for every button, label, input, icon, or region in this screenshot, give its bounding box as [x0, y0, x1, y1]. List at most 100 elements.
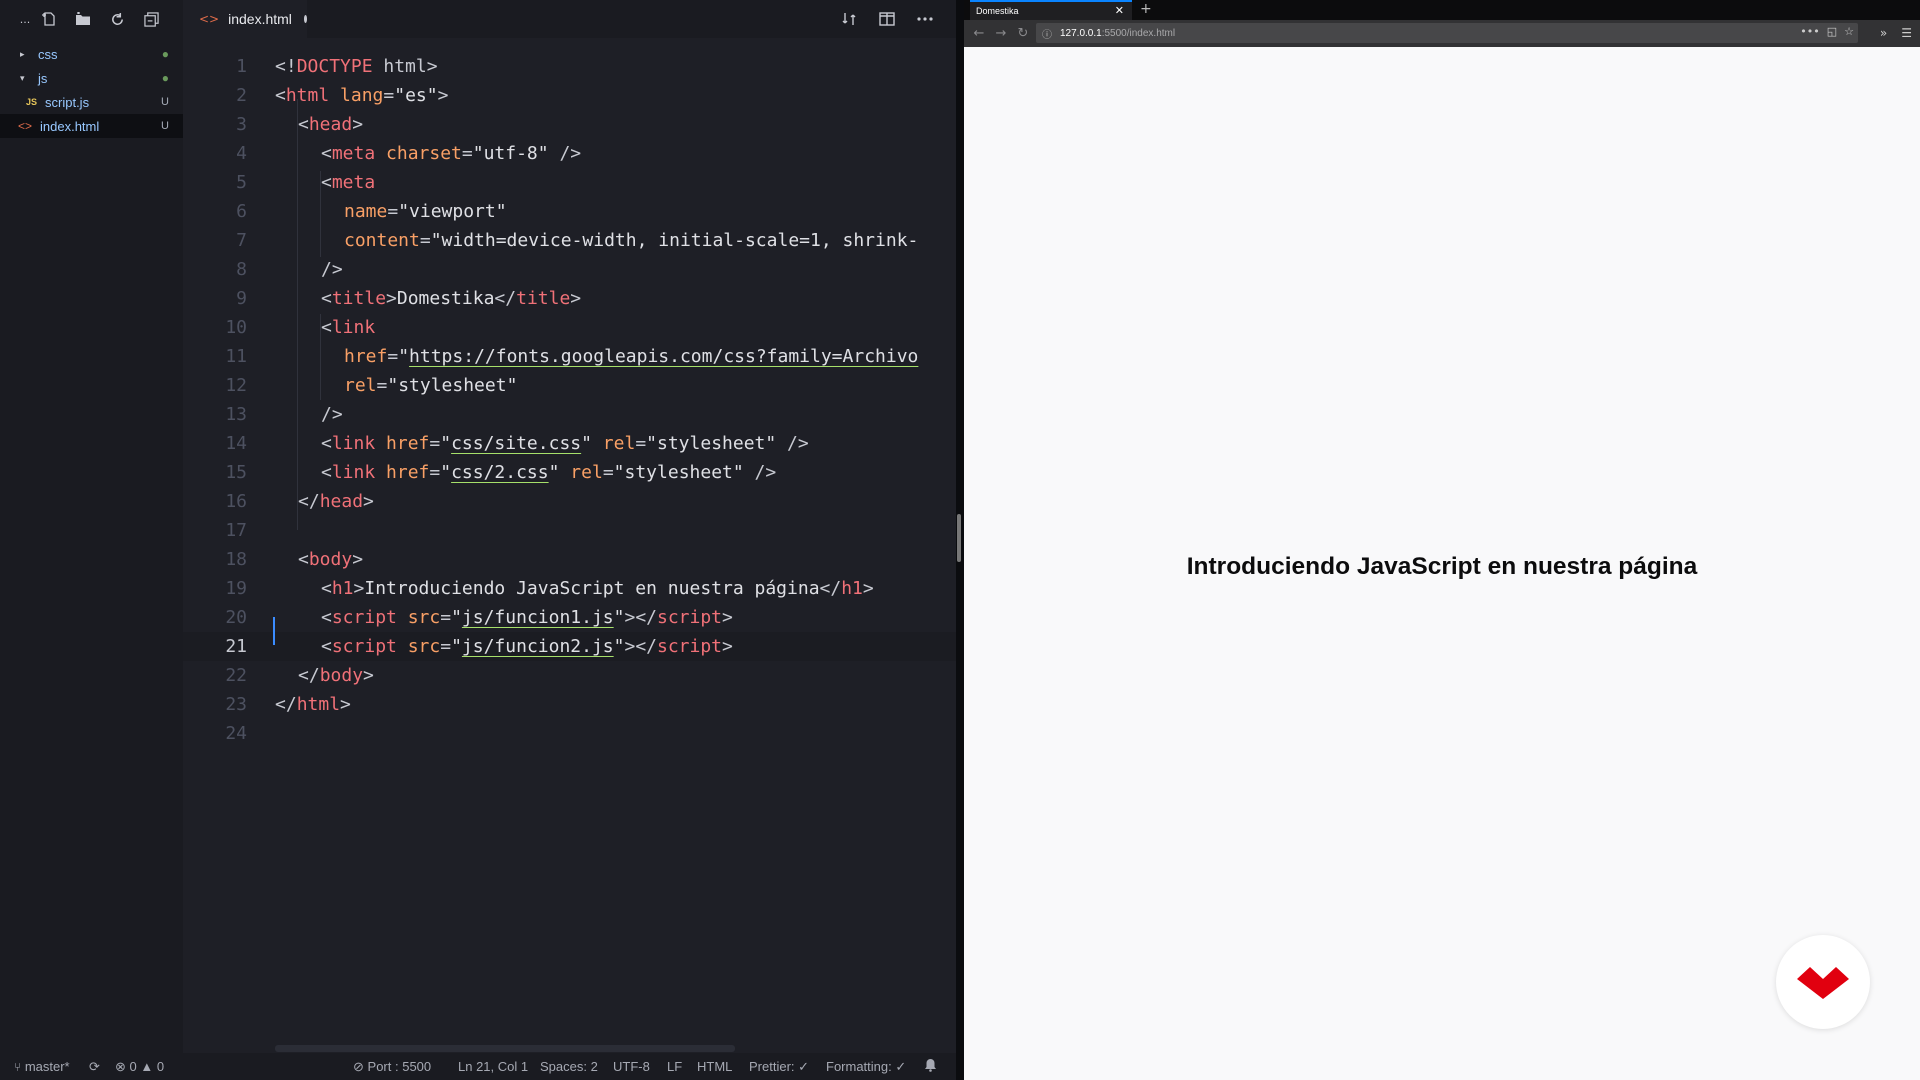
close-icon[interactable]: ✕	[1115, 4, 1124, 17]
token: <	[321, 288, 332, 309]
line-number: 8	[236, 259, 247, 280]
file-link[interactable]: js/funcion1.js	[462, 607, 614, 628]
token: Domestika	[396, 288, 495, 309]
browser-window: Domestika ✕ + ← → ↻ ⓘ 127.0.0.1 :5500/in…	[964, 0, 1920, 1080]
back-icon[interactable]: ←	[968, 26, 990, 41]
bell-icon[interactable]	[924, 1058, 937, 1075]
file-link[interactable]: css/site.css	[451, 433, 581, 454]
token: link	[331, 317, 376, 338]
token: "	[451, 607, 462, 628]
line-number: 1	[236, 56, 247, 77]
token: link	[331, 433, 376, 454]
token: <	[321, 578, 332, 599]
collapse-all-icon[interactable]	[134, 4, 168, 34]
compare-changes-icon[interactable]	[832, 4, 866, 34]
token: >	[353, 578, 365, 599]
hamburger-menu-icon[interactable]: ☰	[1901, 26, 1912, 40]
html-file-icon: <>	[199, 12, 220, 26]
site-info-icon[interactable]: ⓘ	[1042, 26, 1052, 41]
live-server-port[interactable]: ⊘ Port : 5500	[353, 1059, 431, 1075]
forward-icon[interactable]: →	[990, 26, 1012, 41]
split-editor-icon[interactable]	[870, 4, 904, 34]
refresh-icon-svg	[111, 12, 123, 25]
end-of-line[interactable]: LF	[667, 1059, 682, 1074]
code-line: 15 <link href="css/2.css" rel="stylesheet…	[183, 458, 956, 487]
language-mode[interactable]: HTML	[697, 1059, 732, 1074]
token: script	[657, 607, 723, 628]
code-text: </body>	[298, 661, 374, 690]
code-text: <title>Domestika</title>	[321, 284, 581, 313]
token: name	[344, 201, 388, 222]
line-number: 23	[225, 694, 247, 715]
tree-file-index-html[interactable]: <> index.html U	[0, 114, 183, 138]
sync-icon[interactable]: ⟳	[89, 1059, 100, 1075]
new-folder-icon[interactable]	[66, 4, 100, 34]
url-bar[interactable]: ⓘ 127.0.0.1 :5500/index.html ••• ◱ ☆	[1036, 23, 1858, 43]
cursor-position[interactable]: Ln 21, Col 1	[458, 1059, 528, 1074]
tree-item-label: css	[38, 46, 58, 62]
warning-count: 0	[156, 1058, 165, 1074]
window-divider[interactable]	[956, 0, 964, 1080]
token: <	[298, 114, 309, 135]
token: rel	[344, 375, 377, 396]
resize-handle[interactable]	[957, 514, 961, 562]
tree-file-script-js[interactable]: JS script.js U	[0, 90, 183, 114]
browser-tab-title: Domestika	[976, 6, 1019, 16]
line-number: 10	[225, 317, 247, 338]
git-status-dot: ●	[161, 47, 169, 61]
reload-icon[interactable]: ↻	[1012, 26, 1034, 41]
url-link[interactable]: https://fonts.googleapis.com/css?family=…	[409, 346, 918, 367]
code-text: rel="stylesheet"	[344, 371, 517, 400]
code-line: 9 <title>Domestika</title>	[183, 284, 956, 313]
line-number: 13	[225, 404, 247, 425]
branch-item[interactable]: ⑂ master*	[14, 1059, 70, 1074]
token: <	[298, 549, 309, 570]
token: />	[321, 404, 343, 425]
page-actions-icon[interactable]: •••	[1800, 25, 1819, 38]
browser-tab[interactable]: Domestika ✕	[970, 0, 1132, 20]
tree-folder-css[interactable]: ▸ css ●	[0, 42, 183, 66]
tree-folder-js[interactable]: ▾ js ●	[0, 66, 183, 90]
tab-index-html[interactable]: <> index.html	[183, 0, 307, 38]
token: =	[602, 462, 614, 483]
problems-item[interactable]: ⊗ 0 ▲ 0	[115, 1059, 164, 1075]
token: >	[862, 578, 874, 599]
token: "viewport"	[398, 201, 507, 222]
pocket-icon[interactable]: ◱	[1827, 25, 1837, 38]
html-file-icon: <>	[18, 119, 33, 133]
code-area[interactable]: 1 <!DOCTYPE html> 2 <html lang="es"> 3 <hea…	[183, 38, 1133, 1053]
token: body	[319, 665, 364, 686]
overflow-chevron-icon[interactable]: »	[1880, 26, 1887, 40]
code-line: 16 </head>	[183, 487, 956, 516]
file-link[interactable]: css/2.css	[451, 462, 549, 483]
domestika-logo-badge[interactable]	[1776, 935, 1870, 1029]
formatting-status[interactable]: Formatting: ✓	[826, 1059, 906, 1075]
token: <	[321, 433, 332, 454]
code-text: </html>	[275, 690, 351, 719]
code-line: 4 <meta charset="utf-8" />	[183, 139, 956, 168]
code-text: <!DOCTYPE html>	[275, 52, 438, 81]
token: =	[635, 433, 647, 454]
token: rel	[559, 462, 603, 483]
file-link[interactable]: js/funcion2.js	[462, 636, 614, 657]
more-actions-icon[interactable]	[908, 4, 942, 34]
more-icon[interactable]: ...	[18, 4, 32, 34]
git-branch-icon: ⑂	[14, 1060, 22, 1074]
token: meta	[331, 172, 376, 193]
horizontal-scrollbar[interactable]	[275, 1045, 735, 1052]
indentation[interactable]: Spaces: 2	[540, 1059, 598, 1074]
code-text: href="https://fonts.googleapis.com/css?f…	[344, 342, 918, 371]
unsaved-dot-icon[interactable]	[303, 15, 307, 23]
prettier-status[interactable]: Prettier: ✓	[749, 1059, 809, 1075]
bookmark-star-icon[interactable]: ☆	[1844, 25, 1854, 38]
line-number: 20	[225, 607, 247, 628]
refresh-icon[interactable]	[100, 4, 134, 34]
new-file-icon[interactable]	[32, 4, 66, 34]
new-tab-icon[interactable]: +	[1140, 1, 1152, 17]
code-text: </head>	[298, 487, 374, 516]
code-line: 22 </body>	[183, 661, 956, 690]
encoding[interactable]: UTF-8	[613, 1059, 650, 1074]
line-number: 18	[225, 549, 247, 570]
line-number: 7	[236, 230, 247, 251]
token: src	[396, 636, 441, 657]
